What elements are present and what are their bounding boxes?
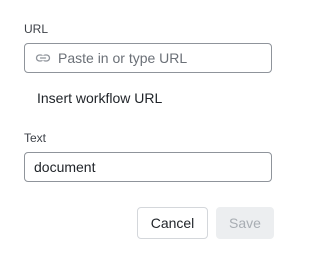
text-label: Text — [24, 131, 47, 145]
link-icon — [35, 50, 51, 66]
save-button[interactable]: Save — [216, 207, 274, 239]
text-input-value: document — [34, 159, 96, 175]
url-input[interactable]: Paste in or type URL — [24, 43, 272, 73]
url-label: URL — [24, 22, 49, 36]
insert-link-dialog: URL Paste in or type URL Insert workflow… — [0, 0, 291, 257]
insert-workflow-url-option[interactable]: Insert workflow URL — [37, 90, 162, 106]
text-input[interactable]: document — [24, 152, 272, 182]
cancel-button[interactable]: Cancel — [137, 207, 208, 239]
url-placeholder: Paste in or type URL — [58, 50, 188, 66]
